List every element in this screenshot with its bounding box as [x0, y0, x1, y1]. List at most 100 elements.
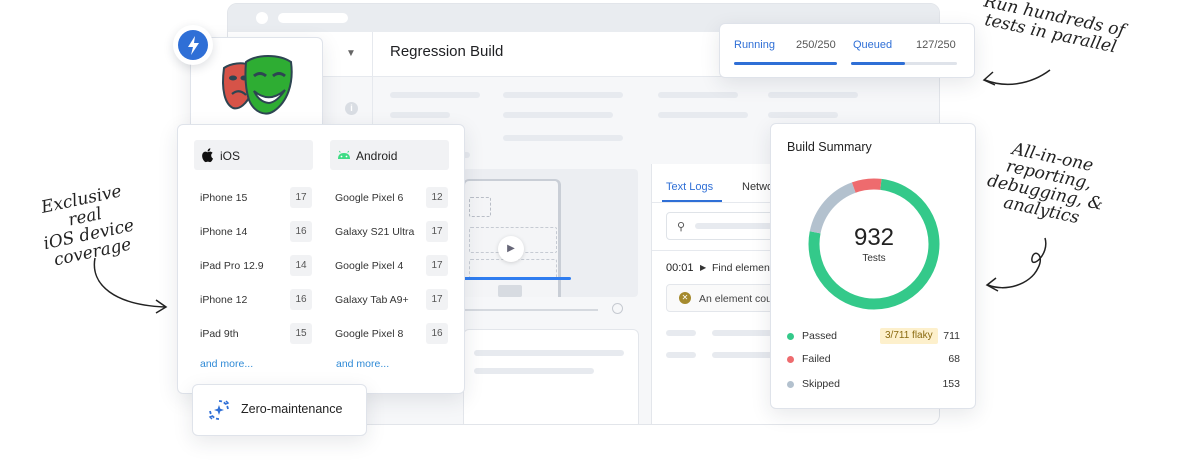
error-x-icon: ✕ [679, 292, 691, 304]
device-name[interactable]: iPad 9th [200, 328, 239, 340]
info-icon[interactable]: i [345, 102, 358, 115]
skeleton-bar [390, 92, 480, 98]
zero-maintenance-label: Zero-maintenance [241, 402, 343, 416]
failed-label: Failed [802, 353, 831, 365]
queued-label: Queued [853, 39, 893, 51]
skeleton-bar [503, 112, 613, 118]
arrow-parallel-head [982, 71, 996, 86]
device-name[interactable]: Google Pixel 4 [335, 260, 403, 272]
device-coverage-card: iOS Android iPhone 15 17 iPhone 14 16 iP… [177, 124, 465, 394]
android-header[interactable]: Android [330, 140, 449, 170]
running-value: 250/250 [796, 39, 836, 51]
device-name[interactable]: iPhone 12 [200, 294, 247, 306]
failed-value: 68 [948, 353, 960, 365]
video-scrubber[interactable] [463, 309, 598, 311]
passed-value: 711 [943, 330, 960, 342]
device-count: 17 [426, 289, 448, 310]
ios-label: iOS [220, 149, 241, 163]
skeleton-bar [474, 350, 624, 356]
passed-legend-dot [787, 333, 794, 340]
skeleton-bar [768, 92, 858, 98]
android-icon [338, 150, 350, 159]
arrow-reporting-head [985, 277, 999, 292]
arrow-coverage [93, 257, 166, 308]
play-icon[interactable]: ▶ [498, 236, 524, 262]
failed-legend-dot [787, 356, 794, 363]
parallel-status-card: Running 250/250 Queued 127/250 [719, 23, 975, 78]
video-progress [463, 277, 571, 280]
running-progress-bar [734, 62, 837, 65]
arrow-reporting [987, 237, 1047, 289]
queued-value: 127/250 [916, 39, 956, 51]
skeleton-bar [474, 368, 594, 374]
device-name[interactable]: Google Pixel 6 [335, 192, 403, 204]
zero-maintenance-card: Zero-maintenance [192, 384, 367, 436]
ios-more-link[interactable]: and more... [200, 358, 253, 370]
reporting-annotation: All-in-one reporting, debugging, & analy… [982, 137, 1112, 232]
device-name[interactable]: iPad Pro 12.9 [200, 260, 264, 272]
device-count: 16 [290, 289, 312, 310]
android-more-link[interactable]: and more... [336, 358, 389, 370]
skipped-legend-dot [787, 381, 794, 388]
tab-network[interactable]: Netwo [742, 181, 770, 193]
skeleton-bar [768, 112, 838, 118]
zero-maintenance-icon [208, 400, 230, 420]
chevron-down-icon[interactable]: ▼ [346, 48, 356, 59]
log-error-row[interactable]: ✕ An element cou [666, 284, 786, 312]
device-count: 15 [290, 323, 312, 344]
donut-slice-failed [851, 178, 882, 193]
log-search-input[interactable]: ⚲ [666, 212, 786, 240]
arrow-parallel [984, 69, 1051, 86]
skeleton-bar [503, 135, 623, 141]
device-count: 16 [290, 221, 312, 242]
log-error-text: An element cou [699, 293, 772, 305]
skeleton-bar [666, 330, 696, 336]
device-count: 17 [426, 255, 448, 276]
details-card [463, 329, 639, 424]
arrow-coverage-head [155, 299, 168, 314]
device-name[interactable]: Google Pixel 8 [335, 328, 403, 340]
address-bar [278, 13, 348, 23]
build-title: Regression Build [390, 43, 504, 60]
android-label: Android [356, 149, 398, 163]
log-entry-text[interactable]: Find element [712, 262, 772, 274]
build-summary-card: Build Summary 932 Tests Passed 3/711 fla… [770, 123, 976, 409]
device-count: 17 [290, 187, 312, 208]
device-count: 14 [290, 255, 312, 276]
caret-right-icon[interactable]: ▶ [700, 263, 706, 272]
passed-label: Passed [802, 330, 838, 342]
skipped-label: Skipped [802, 378, 840, 390]
lightning-bolt-icon [178, 30, 208, 60]
device-count: 17 [426, 221, 448, 242]
placeholder-icon [469, 197, 491, 217]
window-dot [256, 12, 268, 24]
video-thumb [498, 285, 522, 297]
build-summary-title: Build Summary [787, 140, 872, 154]
queued-progress-bar [851, 62, 905, 65]
device-name[interactable]: Galaxy Tab A9+ [335, 294, 409, 306]
ios-header[interactable]: iOS [194, 140, 313, 170]
skeleton-bar [390, 112, 450, 118]
device-name[interactable]: Galaxy S21 Ultra [335, 226, 414, 238]
bolt-badge [173, 25, 213, 65]
skipped-value: 153 [942, 378, 960, 390]
apple-icon [202, 148, 213, 163]
total-tests: 932 [853, 224, 895, 251]
placeholder-box [469, 259, 557, 279]
parallel-annotation: Run hundreds of tests in parallel [978, 0, 1127, 58]
device-count: 12 [426, 187, 448, 208]
skeleton-bar [658, 92, 738, 98]
device-name[interactable]: iPhone 14 [200, 226, 247, 238]
search-placeholder-bar [695, 223, 780, 229]
running-label: Running [734, 39, 775, 51]
flaky-badge: 3/711 flaky [880, 328, 938, 344]
settings-icon[interactable] [612, 303, 623, 314]
skeleton-bar [666, 352, 696, 358]
ios-coverage-annotation: Exclusive real iOS device coverage [22, 179, 152, 274]
total-tests-label: Tests [862, 253, 886, 264]
tab-text-logs[interactable]: Text Logs [666, 181, 713, 193]
skeleton-bar [503, 92, 623, 98]
device-name[interactable]: iPhone 15 [200, 192, 247, 204]
search-icon: ⚲ [677, 221, 686, 233]
skeleton-bar [658, 112, 748, 118]
